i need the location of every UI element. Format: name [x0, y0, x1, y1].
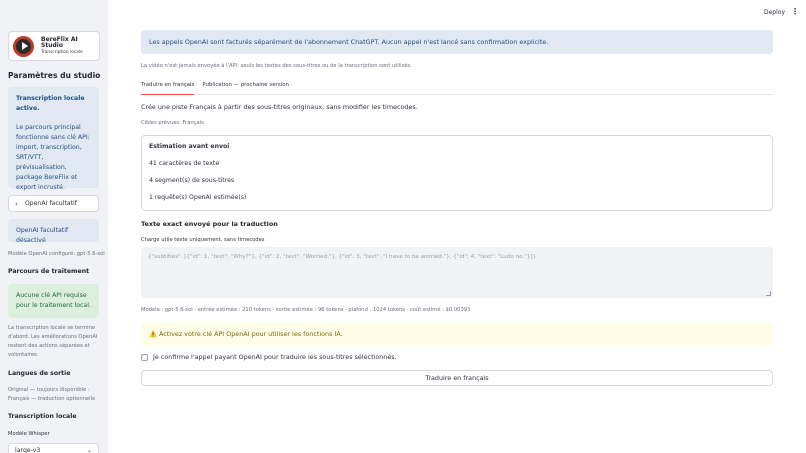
processing-explain-text: La transcription locale se termine d'abo… — [8, 325, 98, 358]
translate-french-button[interactable]: Traduire en français — [141, 370, 773, 386]
sidebar: BereFlix AI Studio Transcription locale … — [0, 0, 108, 453]
resize-handle-icon[interactable] — [766, 291, 771, 296]
local-card-title-1: Transcription locale — [16, 95, 85, 102]
deploy-button[interactable]: Deploy — [764, 9, 785, 16]
openai-optional-label: OpenAI facultatif — [24, 200, 77, 207]
logo-title: BereFlix AI Studio — [41, 35, 78, 49]
app-logo-card: BereFlix AI Studio Transcription locale — [8, 31, 100, 61]
processing-success-card: Aucune clé API requise pour le traitemen… — [8, 284, 99, 318]
targets-caption: Cibles prévues: Français — [141, 120, 204, 126]
create-track-description: Crée une piste Français à partir des sou… — [141, 103, 418, 111]
estimate-requests: 1 requête(s) OpenAI estimée(s) — [149, 194, 247, 201]
warning-text: Activez votre clé API OpenAI pour utilis… — [159, 330, 343, 338]
chevron-down-icon: ⌄ — [86, 447, 92, 453]
play-logo-icon — [13, 35, 34, 57]
estimate-segments: 4 segment(s) de sous-titres — [149, 177, 235, 184]
confirm-paid-call-checkbox-row[interactable]: Je confirme l'appel payant OpenAI pour t… — [141, 353, 397, 361]
tab-translate-french[interactable]: Traduire en français — [141, 80, 195, 95]
estimate-box: Estimation avant envoi 41 caractères de … — [141, 135, 773, 211]
local-transcription-card: Transcription locale active. Le parcours… — [8, 87, 99, 191]
video-privacy-caption: La vidéo n'est jamais envoyée à l'API: s… — [141, 63, 412, 69]
processing-heading: Parcours de traitement — [8, 268, 90, 275]
payload-caption: Charge utile texte uniquement, sans time… — [141, 237, 265, 243]
exact-text-heading: Texte exact envoyé pour la traduction — [141, 220, 278, 228]
payload-text: {"subtitles": [{"id": 1, "text": "Why?"}… — [148, 254, 537, 260]
openai-optional-expander[interactable]: › OpenAI facultatif — [8, 195, 99, 212]
whisper-model-select[interactable]: large-v3 ⌄ — [8, 443, 99, 453]
languages-heading: Langues de sortie — [8, 370, 71, 377]
whisper-model-label: Modèle Whisper — [8, 431, 50, 437]
languages-text: Original — toujours disponible · Françai… — [8, 387, 96, 402]
payload-textarea[interactable]: {"subtitles": [{"id": 1, "text": "Why?"}… — [141, 247, 773, 298]
model-cost-caption: Modèle : gpt-5.6-sol · entrée estimée : … — [141, 307, 471, 313]
warning-icon: ⚠️ — [149, 330, 157, 338]
confirm-checkbox[interactable] — [141, 353, 148, 361]
api-key-warning-banner: ⚠️ Activez votre clé API OpenAI pour uti… — [141, 322, 773, 346]
whisper-model-value: large-v3 — [15, 447, 41, 453]
openai-disabled-card: OpenAI facultatif désactivé — [8, 219, 99, 244]
transcription-heading: Transcription locale — [8, 413, 77, 420]
billing-info-banner: Les appels OpenAI sont facturés séparéme… — [141, 30, 773, 54]
confirm-label: Je confirme l'appel payant OpenAI pour t… — [153, 353, 397, 361]
local-card-title-2: active. — [16, 105, 40, 112]
logo-subtitle: Transcription locale — [41, 49, 83, 55]
estimate-characters: 41 caractères de texte — [149, 160, 220, 167]
main-menu-icon[interactable]: ⋮ — [791, 7, 799, 16]
tab-publication[interactable]: Publication — prochaine version — [202, 80, 289, 94]
tab-bar: Traduire en français Publication — proch… — [141, 80, 773, 95]
settings-heading: Paramètres du studio — [8, 71, 101, 80]
estimate-title: Estimation avant envoi — [149, 143, 230, 150]
chevron-right-icon: › — [15, 199, 18, 208]
model-configured-caption: Modèle OpenAI configuré: gpt-5.6-sol — [8, 251, 105, 257]
local-card-paragraph: Le parcours principal fonctionne sans cl… — [16, 124, 90, 191]
